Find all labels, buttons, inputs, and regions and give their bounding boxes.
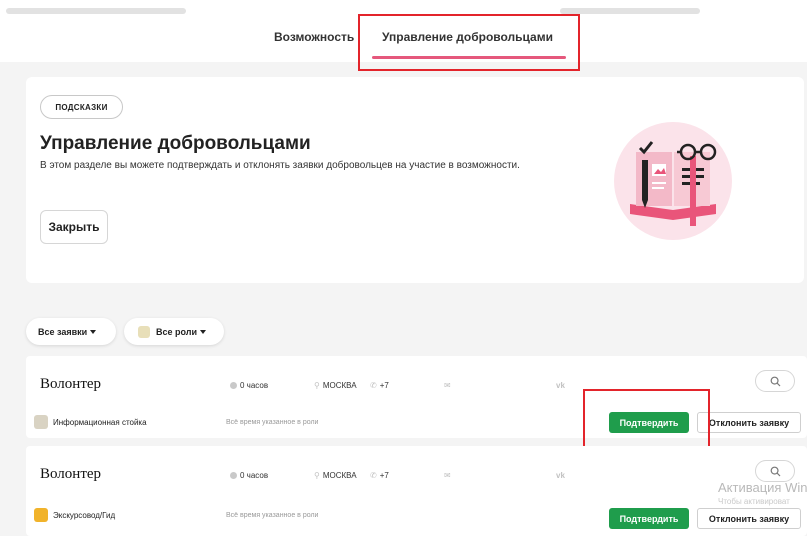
mail-icon: ✉ bbox=[444, 381, 451, 390]
social-info: vk bbox=[556, 381, 565, 390]
vk-icon: vk bbox=[556, 381, 565, 390]
phone-info: ✆ +7 bbox=[370, 381, 389, 390]
hint-card: ПОДСКАЗКИ Управление добровольцами В это… bbox=[26, 77, 804, 283]
phone-info: ✆ +7 bbox=[370, 471, 389, 480]
time-note: Всё время указанное в роли bbox=[226, 419, 319, 426]
chevron-down-icon bbox=[200, 329, 207, 334]
os-watermark-subtitle: Чтобы активироват bbox=[718, 497, 790, 506]
hours-info: 0 часов bbox=[230, 471, 268, 480]
tab-volunteer-management[interactable]: Управление добровольцами bbox=[382, 30, 553, 44]
hint-text: В этом разделе вы можете подтверждать и … bbox=[40, 160, 520, 171]
application-row: Волонтер 0 часов ⚲ МОСКВА ✆ +7 ✉ vk Экск… bbox=[26, 446, 807, 536]
email-info: ✉ bbox=[444, 381, 451, 390]
active-tab-indicator bbox=[372, 56, 566, 59]
role-color-icon bbox=[34, 508, 48, 522]
filter-roles-dropdown[interactable]: Все роли bbox=[124, 318, 224, 345]
phone-icon: ✆ bbox=[370, 471, 377, 480]
hours-info: 0 часов bbox=[230, 381, 268, 390]
city-info: ⚲ МОСКВА bbox=[314, 471, 357, 480]
role-name: Информационная стойка bbox=[53, 417, 147, 427]
confirm-button[interactable]: Подтвердить bbox=[609, 508, 689, 529]
hint-title: Управление добровольцами bbox=[40, 133, 311, 154]
time-note: Всё время указанное в роли bbox=[226, 512, 319, 519]
location-pin-icon: ⚲ bbox=[314, 381, 320, 390]
vk-icon: vk bbox=[556, 471, 565, 480]
location-pin-icon: ⚲ bbox=[314, 471, 320, 480]
role-color-icon bbox=[138, 325, 150, 338]
social-info: vk bbox=[556, 471, 565, 480]
reject-button[interactable]: Отклонить заявку bbox=[697, 412, 801, 433]
chevron-down-icon bbox=[90, 329, 97, 334]
filter-requests-label: Все заявки bbox=[38, 326, 88, 337]
close-hint-button[interactable]: Закрыть bbox=[40, 210, 108, 244]
filter-roles-label: Все роли bbox=[156, 326, 198, 337]
os-watermark-title: Активация Win bbox=[718, 480, 807, 495]
confirm-button[interactable]: Подтвердить bbox=[609, 412, 689, 433]
tab-opportunity[interactable]: Возможность bbox=[274, 30, 354, 44]
application-row: Волонтер 0 часов ⚲ МОСКВА ✆ +7 ✉ vk Инфо… bbox=[26, 356, 807, 438]
filter-requests-dropdown[interactable]: Все заявки bbox=[26, 318, 116, 345]
search-button[interactable] bbox=[755, 370, 795, 392]
clock-icon bbox=[230, 382, 237, 389]
book-illustration-icon bbox=[614, 122, 732, 240]
role-info: Информационная стойка bbox=[34, 415, 147, 429]
search-icon bbox=[770, 466, 780, 476]
hints-badge: ПОДСКАЗКИ bbox=[40, 95, 123, 119]
volunteer-name: Волонтер bbox=[40, 466, 102, 482]
clock-icon bbox=[230, 472, 237, 479]
phone-icon: ✆ bbox=[370, 381, 377, 390]
email-info: ✉ bbox=[444, 471, 451, 480]
role-info: Экскурсовод/Гид bbox=[34, 508, 115, 522]
volunteer-name: Волонтер bbox=[40, 376, 102, 392]
tab-bar: Возможность Управление добровольцами bbox=[0, 0, 807, 62]
mail-icon: ✉ bbox=[444, 471, 451, 480]
search-icon bbox=[770, 376, 780, 386]
search-button[interactable] bbox=[755, 460, 795, 482]
role-color-icon bbox=[34, 415, 48, 429]
role-name: Экскурсовод/Гид bbox=[53, 510, 116, 520]
city-info: ⚲ МОСКВА bbox=[314, 381, 357, 390]
reject-button[interactable]: Отклонить заявку bbox=[697, 508, 801, 529]
